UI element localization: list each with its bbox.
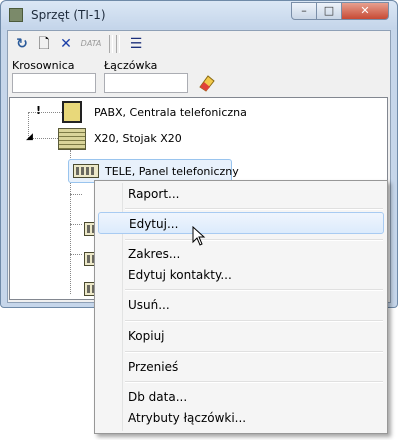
toolbar: ↻ 🗋 ✕ DATA ☰ [10, 33, 386, 55]
new-document-icon[interactable]: 🗋 [34, 35, 54, 53]
tree-line [28, 112, 62, 113]
toolbar-separator [116, 35, 120, 53]
menu-item-zakres[interactable]: Zakres... [98, 243, 384, 265]
title-bar[interactable]: Sprzęt (TI-1) – □ ✕ [1, 1, 397, 29]
menu-separator [125, 289, 383, 291]
menu-separator [125, 320, 383, 322]
menu-item-kopiuj[interactable]: Kopiuj [98, 325, 384, 347]
menu-item-edytuj-kontakty[interactable]: Edytuj kontakty... [98, 264, 384, 286]
menu-item-przenies[interactable]: Przenieś [98, 356, 384, 378]
menu-item-db-data[interactable]: Db data... [98, 386, 384, 408]
rack-icon [58, 128, 86, 150]
menu-item-atrybuty[interactable]: Atrybuty łączówki... [98, 407, 384, 429]
data-button[interactable]: DATA [78, 35, 104, 53]
menu-separator [125, 208, 383, 210]
mouse-pointer-icon [192, 226, 206, 246]
tree-node-panel-label: TELE, Panel telefoniczny [105, 165, 239, 178]
pabx-warning-marker: ! [36, 104, 42, 117]
laczowka-field[interactable] [104, 73, 188, 93]
eraser-icon[interactable] [196, 72, 218, 92]
panel-icon [73, 164, 99, 178]
tree-line [70, 224, 82, 225]
context-menu: Raport... Edytuj... Zakres... Edytuj kon… [94, 180, 388, 434]
toolbar-separator [109, 35, 113, 53]
collapse-icon[interactable]: ◢ [26, 132, 33, 142]
tree-node-rack[interactable]: X20, Stojak X20 [94, 132, 182, 145]
delete-icon[interactable]: ✕ [56, 35, 76, 53]
menu-separator [125, 351, 383, 353]
menu-item-edytuj[interactable]: Edytuj... [98, 212, 384, 234]
pabx-icon [62, 101, 82, 123]
tree-node-pabx[interactable]: PABX, Centrala telefoniczna [94, 106, 247, 119]
menu-separator [125, 239, 383, 241]
menu-item-usun[interactable]: Usuń... [98, 294, 384, 316]
close-button[interactable]: ✕ [341, 2, 389, 20]
menu-item-raport[interactable]: Raport... [98, 183, 384, 205]
equipment-icon [9, 8, 23, 22]
list-view-icon[interactable]: ☰ [126, 35, 146, 53]
krosownica-field[interactable] [12, 73, 96, 93]
refresh-icon[interactable]: ↻ [12, 35, 32, 53]
window-title: Sprzęt (TI-1) [31, 8, 106, 22]
menu-separator [125, 381, 383, 383]
laczowka-label: Łączówka [104, 59, 158, 72]
krosownica-label: Krosownica [12, 59, 75, 72]
minimize-button[interactable]: – [291, 2, 317, 20]
maximize-button[interactable]: □ [316, 2, 342, 20]
tree-line [70, 194, 82, 195]
tree-line [70, 254, 82, 255]
